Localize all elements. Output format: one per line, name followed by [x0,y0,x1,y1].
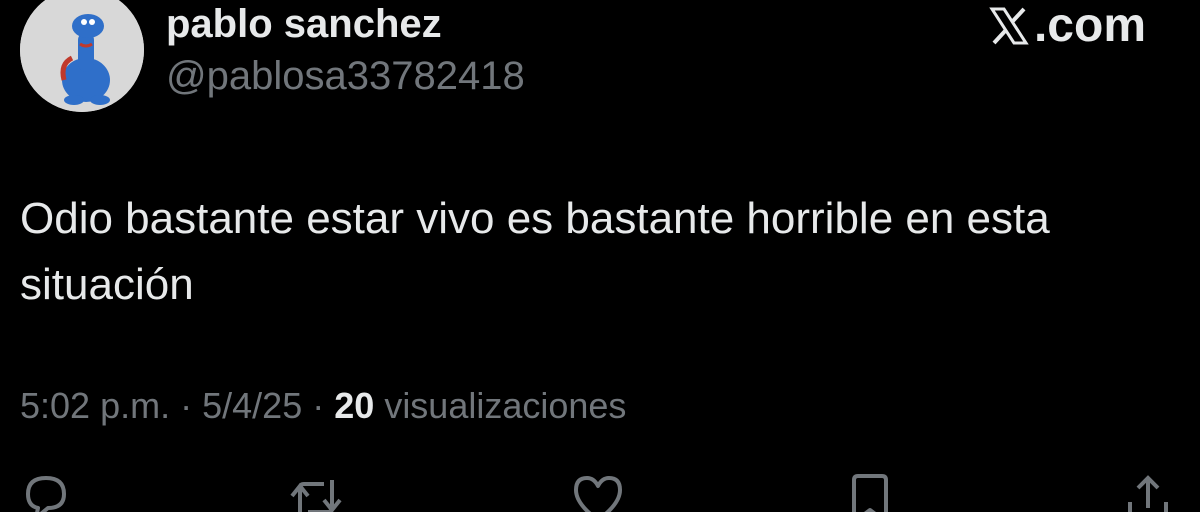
bookmark-button[interactable] [838,466,902,512]
tweet-meta: 5:02 p.m. · 5/4/25 · 20 visualizaciones [20,382,626,430]
bookmark-icon [852,474,888,512]
x-logo-icon [988,5,1030,47]
watermark-text: .com [1033,0,1146,52]
meta-separator: · [312,385,325,426]
action-bar [0,466,1200,512]
display-name[interactable]: pablo sanchez [166,0,442,48]
repost-icon [290,480,342,512]
views-count: 20 [334,385,375,426]
share-icon [1128,475,1168,512]
repost-button[interactable] [284,466,348,512]
tweet-screenshot: pablo sanchez @pablosa33782418 .com Odio… [0,0,1200,512]
share-button[interactable] [1116,466,1180,512]
heart-icon [574,476,622,512]
tweet-text: Odio bastante estar vivo es bastante hor… [20,194,1050,309]
tweet-date[interactable]: 5/4/25 [202,385,302,426]
avatar[interactable] [20,0,144,112]
views-label: visualizaciones [384,385,627,426]
like-button[interactable] [566,466,630,512]
reply-button[interactable] [14,466,78,512]
reply-icon [26,476,66,512]
meta-separator: · [180,385,193,426]
user-handle[interactable]: @pablosa33782418 [166,52,525,100]
x-watermark: .com [988,0,1146,52]
avatar-image [20,0,144,112]
tweet-time[interactable]: 5:02 p.m. [20,385,170,426]
